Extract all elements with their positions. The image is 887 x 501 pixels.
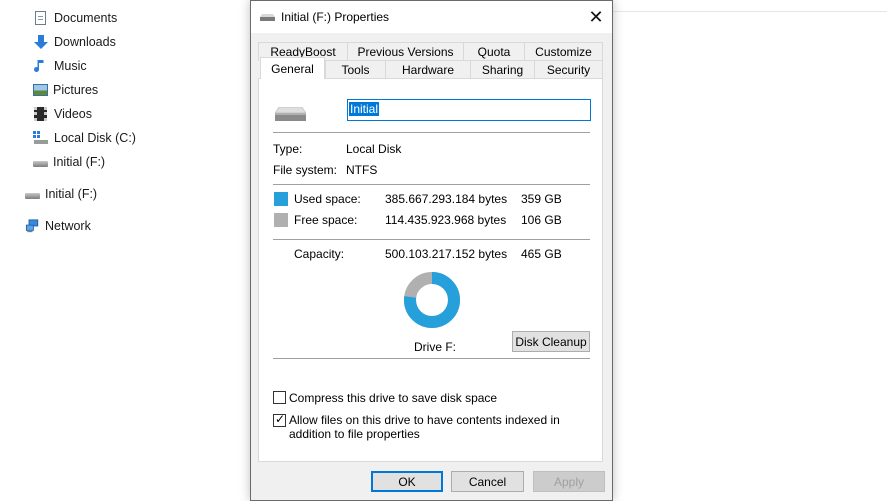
tab-label: Security <box>546 63 591 77</box>
tab-label: Customize <box>535 45 592 59</box>
tab-label: General <box>271 61 314 76</box>
tab-tools[interactable]: Tools <box>325 60 386 79</box>
tab-label: Previous Versions <box>357 45 454 59</box>
free-space-label: Free space: <box>294 213 358 227</box>
nav-label: Videos <box>54 107 92 121</box>
type-label: Type: <box>273 142 303 156</box>
tab-label: Tools <box>341 63 370 77</box>
tab-hardware[interactable]: Hardware <box>385 60 471 79</box>
document-icon <box>35 11 46 25</box>
compress-drive-checkbox[interactable] <box>273 391 286 404</box>
drive-name-input[interactable]: Initial <box>347 99 591 121</box>
tab-security[interactable]: Security <box>534 60 603 79</box>
music-note-icon <box>34 60 44 72</box>
nav-item-local-disk-c[interactable]: Local Disk (C:) <box>33 128 136 148</box>
file-system-value: NTFS <box>346 163 378 177</box>
used-space-gb: 359 GB <box>521 192 562 206</box>
index-contents-checkbox[interactable] <box>273 412 286 427</box>
capacity-gb: 465 GB <box>521 247 562 261</box>
nav-label: Initial (F:) <box>45 187 98 201</box>
free-space-bytes: 114.435.923.968 bytes <box>385 213 507 227</box>
nav-label: Documents <box>54 11 118 25</box>
pictures-icon <box>33 84 48 96</box>
tab-quota[interactable]: Quota <box>463 42 525 61</box>
nav-label: Downloads <box>54 35 116 49</box>
nav-item-initial-f[interactable]: Initial (F:) <box>33 152 105 172</box>
separator <box>273 132 590 133</box>
button-label: Disk Cleanup <box>515 334 587 349</box>
nav-label: Local Disk (C:) <box>54 131 136 145</box>
close-button[interactable]: ✕ <box>580 1 612 33</box>
drive-icon <box>260 14 275 21</box>
separator <box>273 239 590 240</box>
general-tab-panel: Initial Type: Local Disk File system: NT… <box>258 78 603 462</box>
nav-label: Pictures <box>53 83 99 97</box>
download-arrow-icon <box>34 35 48 49</box>
tab-general[interactable]: General <box>260 57 325 79</box>
separator <box>273 184 590 185</box>
tab-label: Hardware <box>401 63 455 77</box>
drive-letter-label: Drive F: <box>414 340 456 354</box>
drive-name-value: Initial <box>349 102 380 116</box>
index-contents-label: Allow files on this drive to have conten… <box>289 413 560 441</box>
nav-item-videos[interactable]: Videos <box>33 104 92 124</box>
cancel-button[interactable]: Cancel <box>451 471 524 492</box>
tab-label: Quota <box>477 45 511 59</box>
button-label: Cancel <box>468 474 507 489</box>
nav-item-documents[interactable]: Documents <box>33 8 117 28</box>
capacity-label: Capacity: <box>294 247 345 261</box>
nav-item-pictures[interactable]: Pictures <box>33 80 98 100</box>
disk-cleanup-button[interactable]: Disk Cleanup <box>512 331 590 352</box>
file-system-label: File system: <box>273 163 338 177</box>
network-icon <box>25 219 39 233</box>
nav-item-initial-f-root[interactable]: Initial (F:) <box>25 184 97 204</box>
drive-properties-dialog: Initial (F:) Properties ✕ ReadyBoost Pre… <box>250 0 613 501</box>
dialog-titlebar[interactable]: Initial (F:) Properties ✕ <box>251 1 612 33</box>
button-label: Apply <box>553 474 585 489</box>
drive-icon <box>25 193 40 199</box>
used-space-bytes: 385.667.293.184 bytes <box>385 192 508 206</box>
used-space-label: Used space: <box>294 192 361 206</box>
close-icon: ✕ <box>588 6 604 27</box>
separator <box>273 358 590 359</box>
tab-customize[interactable]: Customize <box>524 42 603 61</box>
nav-item-music[interactable]: Music <box>33 56 87 76</box>
ok-button[interactable]: OK <box>371 471 443 492</box>
free-space-gb: 106 GB <box>521 213 562 227</box>
nav-label: Network <box>45 219 91 233</box>
nav-item-downloads[interactable]: Downloads <box>33 32 116 52</box>
disk-usage-donut <box>404 272 460 328</box>
dialog-title: Initial (F:) Properties <box>281 10 390 24</box>
apply-button[interactable]: Apply <box>533 471 605 492</box>
type-value: Local Disk <box>346 142 402 156</box>
tab-sharing[interactable]: Sharing <box>470 60 535 79</box>
windows-drive-icon <box>33 131 48 144</box>
capacity-bytes: 500.103.217.152 bytes <box>385 247 508 261</box>
nav-label: Initial (F:) <box>53 155 106 169</box>
nav-item-network[interactable]: Network <box>25 216 91 236</box>
used-space-swatch <box>274 192 288 206</box>
nav-label: Music <box>54 59 87 73</box>
button-label: OK <box>398 474 416 489</box>
tab-label: Sharing <box>481 63 524 77</box>
drive-icon <box>275 107 306 121</box>
free-space-swatch <box>274 213 288 227</box>
drive-icon <box>33 161 48 167</box>
compress-drive-label: Compress this drive to save disk space <box>289 391 498 405</box>
tab-previous-versions[interactable]: Previous Versions <box>347 42 464 61</box>
film-icon <box>34 107 47 121</box>
column-divider <box>612 11 887 12</box>
